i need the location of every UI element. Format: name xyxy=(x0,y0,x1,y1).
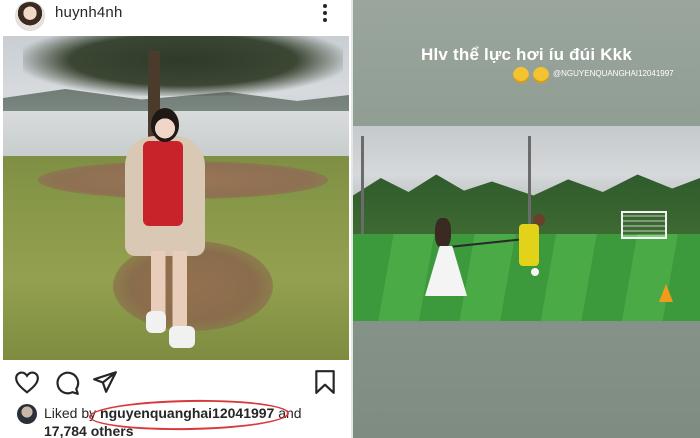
post-username[interactable]: huynh4nh xyxy=(55,4,123,21)
instagram-post: huynh4nh Liked by nguyenquanghai12041997… xyxy=(0,0,351,438)
liker-avatar[interactable] xyxy=(17,404,37,424)
comment-icon[interactable] xyxy=(54,370,80,396)
bookmark-icon[interactable] xyxy=(314,369,336,395)
post-actions xyxy=(0,364,351,400)
story-mention[interactable]: @NGUYENQUANGHAI12041997 xyxy=(553,69,674,78)
profile-avatar[interactable] xyxy=(15,1,45,31)
heart-icon[interactable] xyxy=(14,370,40,394)
instagram-story[interactable]: Hlv thể lực hơi íu đúi Kkk @NGUYENQUANGH… xyxy=(353,0,700,438)
story-caption: Hlv thể lực hơi íu đúi Kkk xyxy=(421,45,632,64)
post-photo[interactable] xyxy=(3,36,349,360)
highlight-annotation xyxy=(88,398,290,432)
post-header: huynh4nh xyxy=(0,0,351,36)
laughing-emoji-icon xyxy=(513,67,529,83)
story-video[interactable] xyxy=(353,126,700,321)
share-icon[interactable] xyxy=(92,370,118,394)
more-options-icon[interactable] xyxy=(318,2,332,24)
laughing-emoji-icon xyxy=(533,67,549,83)
likes-summary: Liked by nguyenquanghai12041997 and 17,7… xyxy=(0,398,351,438)
